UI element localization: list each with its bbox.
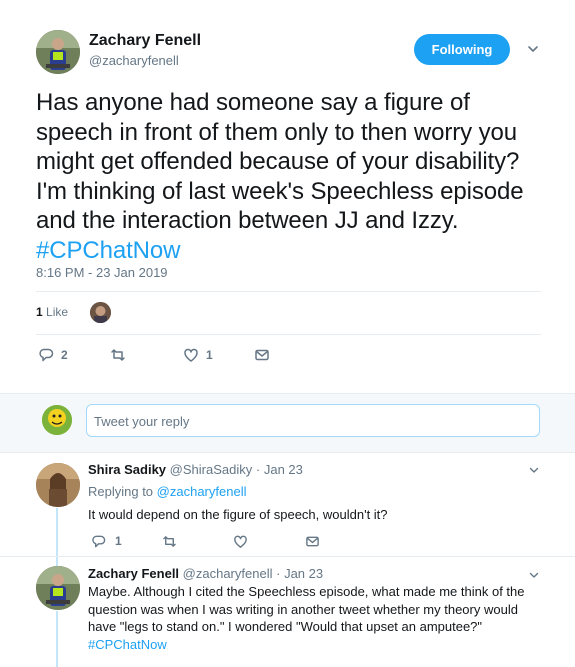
- liker-avatar[interactable]: [90, 302, 111, 323]
- reply-body: Maybe. Although I cited the Speechless e…: [88, 584, 525, 634]
- reply-date[interactable]: Jan 23: [284, 566, 323, 581]
- like-count[interactable]: 1 Like: [36, 305, 68, 319]
- author-name[interactable]: Zachary Fenell: [89, 32, 201, 50]
- reply-count: 2: [61, 348, 68, 362]
- chevron-down-icon[interactable]: [528, 569, 540, 581]
- retweet-icon: [163, 535, 176, 547]
- reply-author[interactable]: Shira Sadiky @ShiraSadiky · Jan 23: [88, 462, 303, 477]
- reply-button[interactable]: 2: [38, 346, 68, 364]
- chevron-down-icon[interactable]: [528, 464, 540, 476]
- reply-icon: [92, 535, 106, 547]
- my-avatar: [42, 405, 72, 435]
- reply-author-avatar[interactable]: [36, 566, 80, 610]
- reply-count: 1: [115, 534, 122, 548]
- message-icon: [255, 349, 269, 361]
- reply-text: Maybe. Although I cited the Speechless e…: [88, 583, 533, 653]
- retweet-button[interactable]: [162, 533, 177, 549]
- tweet-text: Has anyone had someone say a figure of s…: [36, 88, 546, 266]
- thread-line: [56, 611, 58, 667]
- separator: ·: [276, 566, 281, 581]
- heart-count: 1: [206, 348, 213, 362]
- reply-date[interactable]: Jan 23: [264, 462, 303, 477]
- replying-to-prefix: Replying to: [88, 484, 154, 499]
- separator: ·: [255, 462, 261, 477]
- reply-button[interactable]: 1: [91, 533, 122, 549]
- retweet-icon: [111, 349, 125, 361]
- like-count-number: 1: [36, 305, 43, 319]
- reply-author-name: Shira Sadiky: [88, 462, 167, 477]
- reply-text: It would depend on the figure of speech,…: [88, 507, 388, 522]
- tweet-timestamp[interactable]: 8:16 PM - 23 Jan 2019: [36, 265, 168, 280]
- thread-line: [56, 508, 58, 574]
- replying-to-link[interactable]: @zacharyfenell: [157, 484, 247, 499]
- reply-author-avatar[interactable]: [36, 463, 80, 507]
- replying-to: Replying to @zacharyfenell: [88, 484, 246, 499]
- following-button[interactable]: Following: [414, 34, 510, 65]
- main-tweet: Zachary Fenell @zacharyfenell Following …: [0, 0, 575, 393]
- message-icon: [306, 536, 319, 546]
- tweet-body: Has anyone had someone say a figure of s…: [36, 89, 524, 235]
- author-handle[interactable]: @zacharyfenell: [89, 53, 179, 68]
- reply-icon: [39, 348, 54, 362]
- chevron-down-icon[interactable]: [526, 42, 540, 56]
- heart-icon: [234, 535, 247, 548]
- reply-author-name: Zachary Fenell: [88, 566, 180, 581]
- like-button[interactable]: [233, 533, 248, 549]
- reply-author[interactable]: Zachary Fenell @zacharyfenell · Jan 23: [88, 566, 323, 581]
- retweet-button[interactable]: [110, 346, 133, 364]
- reply-author-handle: @ShiraSadiky: [169, 462, 253, 477]
- author-avatar[interactable]: [36, 30, 80, 74]
- reply-input[interactable]: Tweet your reply: [86, 404, 540, 437]
- heart-icon: [184, 348, 198, 362]
- hashtag-link[interactable]: #CPChatNow: [36, 237, 181, 264]
- direct-message-button[interactable]: [254, 346, 270, 364]
- divider: [36, 334, 541, 335]
- like-count-label: Like: [46, 305, 69, 319]
- direct-message-button[interactable]: [305, 533, 320, 549]
- hashtag-link[interactable]: #CPChatNow: [88, 637, 167, 652]
- reply-author-handle: @zacharyfenell: [182, 566, 273, 581]
- like-button[interactable]: 1: [183, 346, 213, 364]
- divider: [0, 556, 575, 557]
- divider: [36, 291, 541, 292]
